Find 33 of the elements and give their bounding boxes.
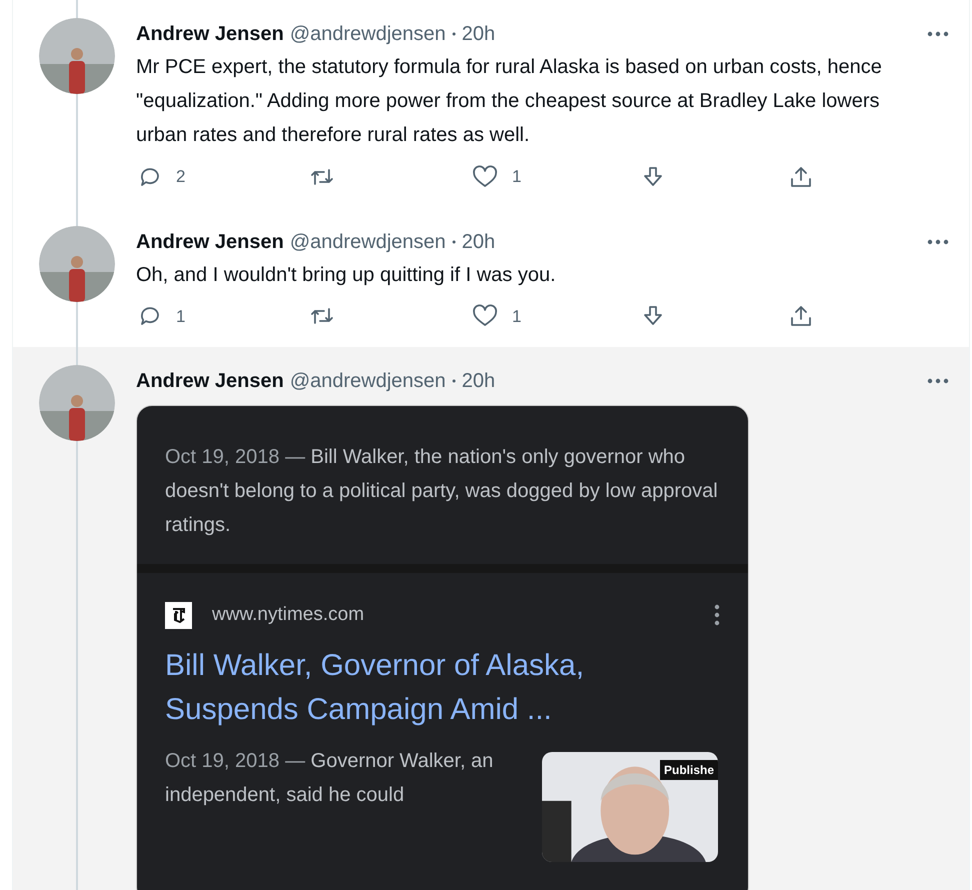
user-handle[interactable]: @andrewdjensen [290, 20, 446, 48]
like-count: 1 [512, 306, 522, 328]
reply-count: 1 [176, 306, 186, 328]
tweet-text: Oh, and I wouldn't bring up quitting if I was you. [136, 262, 557, 288]
down-arrow-icon[interactable] [641, 164, 665, 189]
separator-dot-icon [452, 32, 456, 36]
like-count: 1 [512, 166, 522, 188]
result-snippet: Oct 19, 2018 — Bill Walker, the nation's only governor who doesn't belong to a political party, was dogged by low approval ratings. [165, 445, 719, 538]
author-name[interactable]: Andrew Jensen [136, 20, 284, 48]
result-snippet: Oct 19, 2018 — Governor Walker, an independent, said he could [165, 748, 494, 808]
heart-icon[interactable] [472, 304, 498, 328]
heart-icon[interactable] [472, 164, 498, 189]
user-handle[interactable]: @andrewdjensen [290, 367, 446, 395]
site-logo-icon [165, 602, 192, 629]
author-name[interactable]: Andrew Jensen [136, 228, 284, 256]
more-icon[interactable] [927, 238, 949, 244]
timestamp[interactable]: 20h [462, 20, 496, 48]
user-handle[interactable]: @andrewdjensen [290, 228, 446, 256]
more-icon[interactable] [927, 378, 949, 384]
share-icon[interactable] [789, 164, 813, 189]
reply-count: 2 [176, 166, 186, 188]
more-icon[interactable] [927, 31, 949, 37]
separator-dot-icon [452, 379, 456, 383]
tweet-text: Mr PCE expert, the statutory formula for rural Alaska is based on urban costs, hence "equalization." Adding more power from the cheapest source at Bradley Lake lowers urban rates and therefore rural rates as well. [136, 55, 883, 148]
kebab-menu-icon[interactable] [714, 604, 720, 626]
separator-dot-icon [452, 240, 456, 244]
author-name[interactable]: Andrew Jensen [136, 367, 284, 395]
timestamp[interactable]: 20h [462, 367, 496, 395]
site-url[interactable]: www.nytimes.com [212, 601, 364, 630]
thumbnail-badge: Publishe [660, 760, 718, 780]
result-title[interactable]: Bill Walker, Governor of Alaska, Suspends Campaign Amid ... [165, 644, 720, 732]
share-icon[interactable] [789, 304, 813, 328]
timestamp[interactable]: 20h [462, 228, 496, 256]
